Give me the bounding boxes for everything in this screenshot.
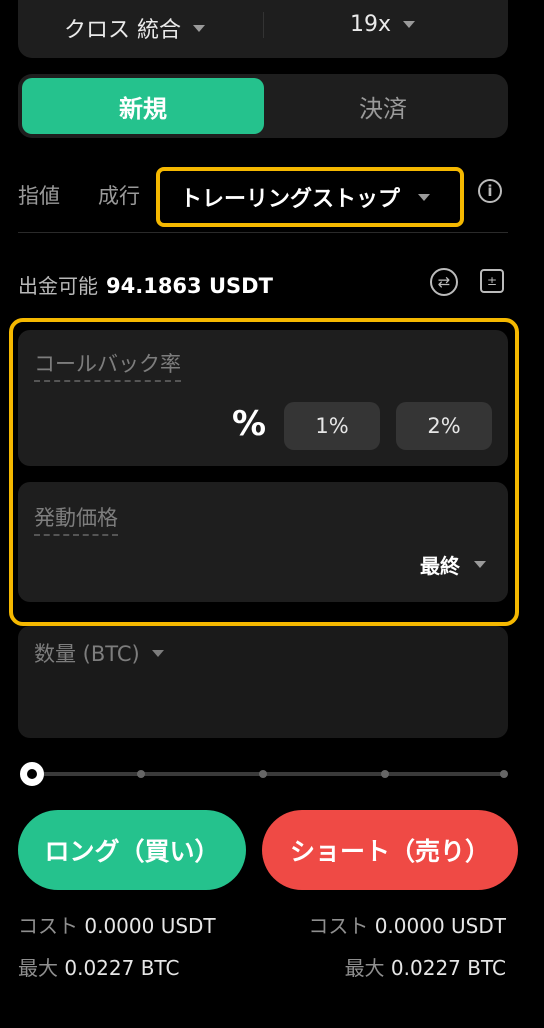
available-label: 出金可能 <box>18 274 98 298</box>
chevron-down-icon <box>193 24 205 32</box>
short-cost-label: コスト <box>308 914 369 938</box>
order-type-trailing-label: トレーリングストップ <box>180 187 401 212</box>
available-value: 94.1863 USDT <box>106 274 273 298</box>
short-cost-value: 0.0000 USDT <box>374 914 506 938</box>
position-tabs: 新規 決済 <box>18 74 508 138</box>
chevron-down-icon <box>403 21 416 28</box>
divider <box>18 232 508 233</box>
order-type-market[interactable]: 成行 <box>98 180 140 210</box>
long-cost: コスト 0.0000 USDT <box>18 910 216 939</box>
long-button[interactable]: ロング（買い） <box>18 810 246 890</box>
slider-step[interactable] <box>259 770 267 778</box>
slider-step[interactable] <box>381 770 389 778</box>
short-button[interactable]: ショート（売り） <box>262 810 518 890</box>
order-type-trailing-select[interactable]: トレーリングストップ <box>156 167 464 227</box>
quantity-card[interactable]: 数量 (BTC) <box>18 626 508 738</box>
short-max-value: 0.0227 BTC <box>390 956 506 980</box>
short-cost: コスト 0.0000 USDT <box>308 910 506 939</box>
highlight-frame <box>9 318 519 626</box>
margin-leverage-bar: クロス 統合 19x <box>18 0 508 58</box>
leverage-select[interactable]: 19x <box>350 12 416 37</box>
tab-close[interactable]: 決済 <box>262 78 504 134</box>
available-balance: 出金可能 94.1863 USDT <box>18 270 273 299</box>
leverage-label: 19x <box>350 12 392 37</box>
quantity-slider-handle[interactable] <box>20 762 44 786</box>
calculator-icon[interactable]: ± <box>480 269 504 293</box>
long-cost-label: コスト <box>18 914 78 938</box>
quantity-unit-select[interactable]: 数量 (BTC) <box>34 638 164 668</box>
quantity-slider-track[interactable] <box>32 772 506 776</box>
order-type-limit[interactable]: 指値 <box>18 180 60 210</box>
swap-icon[interactable]: ⇄ <box>430 268 458 296</box>
long-cost-value: 0.0000 USDT <box>84 914 216 938</box>
slider-step[interactable] <box>137 770 145 778</box>
chevron-down-icon <box>151 649 164 657</box>
long-max-value: 0.0227 BTC <box>64 956 180 980</box>
short-max: 最大 0.0227 BTC <box>345 952 506 981</box>
divider <box>263 12 264 38</box>
slider-step[interactable] <box>500 770 508 778</box>
margin-mode-select[interactable]: クロス 統合 <box>64 12 205 44</box>
quantity-label: 数量 (BTC) <box>34 642 140 666</box>
chevron-down-icon <box>418 193 431 201</box>
info-icon[interactable]: i <box>478 179 502 203</box>
tab-open[interactable]: 新規 <box>22 78 264 134</box>
long-max-label: 最大 <box>18 956 58 980</box>
margin-mode-label: クロス 統合 <box>64 18 181 43</box>
short-max-label: 最大 <box>344 956 385 980</box>
long-max: 最大 0.0227 BTC <box>18 952 179 981</box>
